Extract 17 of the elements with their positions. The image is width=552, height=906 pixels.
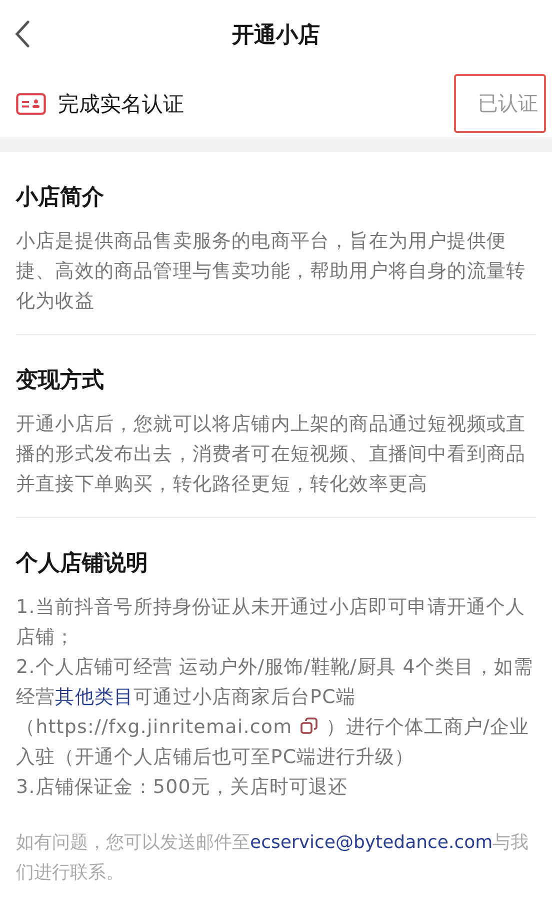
verification-status: 已认证 xyxy=(454,74,546,133)
email-link[interactable]: ecservice@bytedance.com xyxy=(250,832,493,853)
section-title: 小店简介 xyxy=(16,184,105,212)
section-title: 变现方式 xyxy=(16,366,105,395)
paragraph: 小店是提供商品售卖服务的电商平台，旨在为用户提供便捷、高效的商品管理与售卖功能，帮助用户将自身的流量转化为收益 xyxy=(16,229,527,314)
paragraph: 开通小店后，您就可以将店铺内上架的商品通过短视频或直播的形式发布出去，消费者可在短视频、直播间中看到商品并直接下单购买，转化路径更短，转化效率更高 xyxy=(16,412,527,497)
page-title: 开通小店 xyxy=(232,22,320,50)
back-icon[interactable] xyxy=(14,20,30,48)
section-title: 个人店铺说明 xyxy=(16,550,149,578)
paragraph: 3.店铺保证金：500元，关店时可退还 xyxy=(16,775,349,800)
contact-note: 如有问题，您可以发送邮件至ecservice@bytedance.com与我们进行联系。 xyxy=(16,831,530,885)
paragraph: 2.个人店铺可经营 运动户外/服饰/鞋靴/厨具 4个类目，如需经营其他类目 可通过小店商家后台PC端（https://fxg.jinritemai.com ）进行个体工商户/企业入驻（开通个人店铺后也可至PC端进行升级） xyxy=(16,655,534,770)
id-card-icon xyxy=(16,92,46,114)
paragraph: 1.当前抖音号所持身份证从未开通过小店即可申请开通个人店铺； xyxy=(16,595,526,650)
link[interactable]: 其他类目 xyxy=(55,686,134,708)
verification-label: 完成实名认证 xyxy=(58,90,185,118)
copy-icon[interactable] xyxy=(300,717,318,735)
